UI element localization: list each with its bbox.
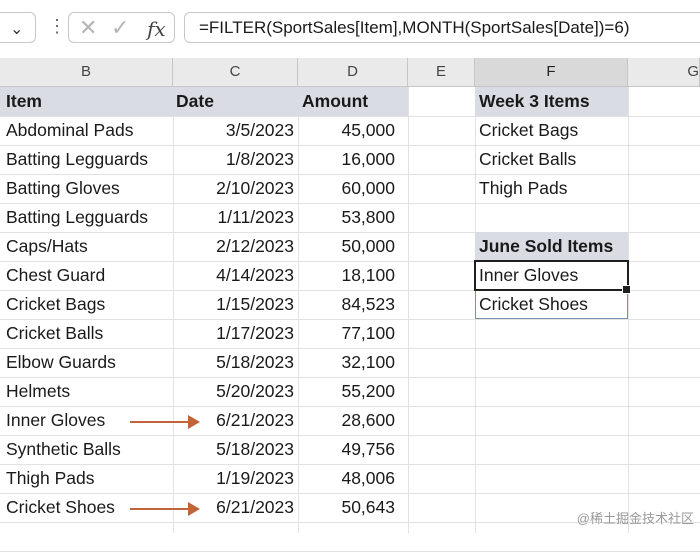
column-header-f[interactable]: F	[475, 58, 628, 87]
table-cell-item[interactable]: Elbow Guards	[6, 348, 116, 377]
column-header-g[interactable]: G	[628, 58, 700, 87]
table-cell-item[interactable]: Chest Guard	[6, 261, 105, 290]
table-cell-date[interactable]: 5/20/2023	[173, 377, 294, 406]
table-cell-item[interactable]: Inner Gloves	[6, 406, 105, 435]
table-cell-item[interactable]: Synthetic Balls	[6, 435, 121, 464]
table-cell-amount[interactable]: 50,000	[298, 232, 395, 261]
week3-item[interactable]: Cricket Balls	[479, 145, 576, 174]
table-cell-date[interactable]: 1/8/2023	[173, 145, 294, 174]
table-cell-date[interactable]: 4/14/2023	[173, 261, 294, 290]
insert-function-icon[interactable]: fx	[147, 17, 166, 41]
table-cell-item[interactable]: Cricket Bags	[6, 290, 105, 319]
table-cell-item[interactable]: Batting Gloves	[6, 174, 120, 203]
formula-buttons: ✕ ✓ fx	[68, 12, 175, 43]
table-cell-amount[interactable]: 77,100	[298, 319, 395, 348]
june-header[interactable]: June Sold Items	[475, 232, 628, 261]
week3-item[interactable]: Thigh Pads	[479, 174, 568, 203]
table-cell-date[interactable]: 1/11/2023	[173, 203, 294, 232]
active-cell-selection[interactable]	[474, 260, 629, 291]
grid-line	[628, 87, 629, 533]
table-cell-amount[interactable]: 60,000	[298, 174, 395, 203]
table-cell-date[interactable]: 2/12/2023	[173, 232, 294, 261]
table-cell-item[interactable]: Cricket Shoes	[6, 493, 115, 522]
table-header-amount[interactable]: Amount	[298, 87, 408, 116]
june-item[interactable]: Cricket Shoes	[479, 290, 588, 319]
table-cell-item[interactable]: Thigh Pads	[6, 464, 95, 493]
column-header-d[interactable]: D	[298, 58, 408, 87]
formula-input[interactable]: =FILTER(SportSales[Item],MONTH(SportSale…	[184, 12, 700, 43]
table-cell-item[interactable]: Helmets	[6, 377, 70, 406]
table-cell-amount[interactable]: 55,200	[298, 377, 395, 406]
table-cell-date[interactable]: 1/17/2023	[173, 319, 294, 348]
table-cell-amount[interactable]: 48,006	[298, 464, 395, 493]
enter-icon[interactable]: ✓	[111, 15, 129, 41]
cancel-icon[interactable]: ✕	[79, 15, 97, 41]
table-cell-item[interactable]: Caps/Hats	[6, 232, 88, 261]
table-cell-date[interactable]: 1/15/2023	[173, 290, 294, 319]
table-cell-amount[interactable]: 28,600	[298, 406, 395, 435]
table-cell-amount[interactable]: 84,523	[298, 290, 395, 319]
week3-item[interactable]: Cricket Bags	[479, 116, 578, 145]
name-box[interactable]: ⌄	[0, 12, 36, 43]
fill-handle[interactable]	[622, 285, 631, 294]
table-cell-date[interactable]: 5/18/2023	[173, 348, 294, 377]
chevron-down-icon[interactable]: ⌄	[10, 19, 23, 39]
table-cell-amount[interactable]: 49,756	[298, 435, 395, 464]
table-cell-amount[interactable]: 53,800	[298, 203, 395, 232]
table-header-date[interactable]: Date	[173, 87, 298, 116]
table-cell-amount[interactable]: 18,100	[298, 261, 395, 290]
watermark: @稀土掘金技术社区	[576, 511, 694, 526]
table-cell-amount[interactable]: 32,100	[298, 348, 395, 377]
table-cell-date[interactable]: 1/19/2023	[173, 464, 294, 493]
table-cell-item[interactable]: Cricket Balls	[6, 319, 103, 348]
column-header-e[interactable]: E	[408, 58, 475, 87]
column-header-c[interactable]: C	[173, 58, 298, 87]
table-cell-item[interactable]: Abdominal Pads	[6, 116, 133, 145]
table-cell-date[interactable]: 2/10/2023	[173, 174, 294, 203]
formula-bar: ⌄ ⋮ ✕ ✓ fx =FILTER(SportSales[Item],MONT…	[0, 0, 700, 58]
table-cell-amount[interactable]: 50,643	[298, 493, 395, 522]
week3-header[interactable]: Week 3 Items	[475, 87, 628, 116]
table-cell-amount[interactable]: 45,000	[298, 116, 395, 145]
arrow-icon	[130, 415, 200, 429]
table-cell-item[interactable]: Batting Legguards	[6, 203, 148, 232]
table-cell-date[interactable]: 5/18/2023	[173, 435, 294, 464]
table-cell-item[interactable]: Batting Legguards	[6, 145, 148, 174]
table-cell-amount[interactable]: 16,000	[298, 145, 395, 174]
grid-line	[408, 87, 409, 533]
table-cell-date[interactable]: 3/5/2023	[173, 116, 294, 145]
more-options-icon[interactable]: ⋮	[48, 15, 66, 37]
table-header-item[interactable]: Item	[0, 87, 173, 116]
arrow-icon	[130, 502, 200, 516]
column-header-b[interactable]: B	[0, 58, 173, 87]
